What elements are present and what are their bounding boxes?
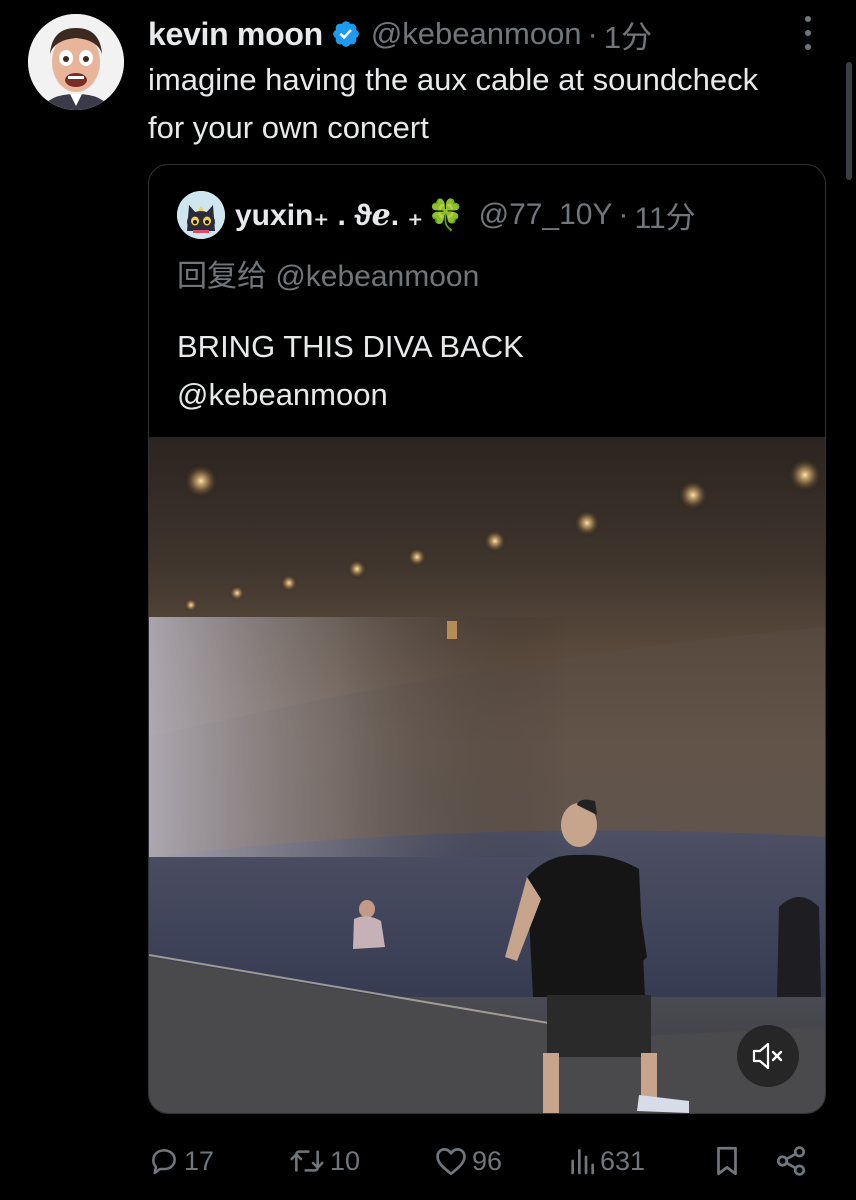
repost-button[interactable]: 10 [288,1138,360,1184]
tweet-view: kevin moon @kebeanmoon · 1分 imagine havi… [0,0,856,1200]
like-button[interactable]: 96 [434,1138,502,1184]
quoted-tweet-mention[interactable]: @kebeanmoon [177,371,797,419]
tweet-timestamp[interactable]: 1分 [604,12,652,57]
tweet-header: kevin moon @kebeanmoon · 1分 [148,12,652,56]
video-frame [149,457,825,1113]
header-separator: · [587,16,598,51]
heart-icon [436,1148,466,1176]
views-button[interactable]: 631 [568,1138,645,1184]
four-leaf-clover-icon: 🍀 [427,198,465,232]
like-count: 96 [472,1145,503,1176]
repost-count: 10 [330,1145,361,1176]
muted-speaker-icon [752,1042,783,1070]
mute-toggle-button[interactable] [737,1025,799,1087]
reply-count: 17 [184,1145,215,1176]
reply-to-label: 回复给 @kebeanmoon [177,260,480,293]
view-count: 631 [600,1145,646,1176]
quoted-tweet-card[interactable]: yuxin₊ . ϑℯ. ₊ 🍀 @77_10Y · 11分 回复给 @kebe… [148,164,826,1114]
bookmark-button[interactable] [712,1138,742,1184]
verified-badge-icon [333,21,359,47]
quoted-header-separator: · [618,198,629,231]
quoted-author-handle[interactable]: @77_10Y [479,198,613,232]
more-options-icon[interactable] [800,16,816,50]
repost-icon [290,1150,324,1172]
author-avatar[interactable] [28,14,124,110]
bookmark-icon [717,1146,737,1176]
scrollbar-thumb[interactable] [846,62,852,180]
quoted-tweet-text-line-1: BRING THIS DIVA BACK [177,329,524,364]
reply-icon [152,1149,176,1175]
reply-button[interactable]: 17 [148,1138,214,1184]
quoted-author-avatar[interactable] [177,191,225,239]
tweet-text: imagine having the aux cable at soundche… [148,62,759,145]
quoted-author-display-name[interactable]: yuxin₊ . ϑℯ. ₊ [235,198,423,233]
share-button[interactable] [774,1138,808,1184]
views-icon [571,1149,594,1175]
video-player[interactable] [149,437,825,1113]
quoted-tweet-header: yuxin₊ . ϑℯ. ₊ 🍀 @77_10Y · 11分 [177,191,696,239]
share-icon [776,1146,806,1176]
quoted-tweet-text: BRING THIS DIVA BACK @kebeanmoon [177,323,797,419]
author-display-name[interactable]: kevin moon [148,16,323,53]
quoted-tweet-timestamp[interactable]: 11分 [635,193,696,237]
author-handle[interactable]: @kebeanmoon [371,16,582,52]
tweet-action-bar: 17 10 96 631 [148,1138,828,1184]
